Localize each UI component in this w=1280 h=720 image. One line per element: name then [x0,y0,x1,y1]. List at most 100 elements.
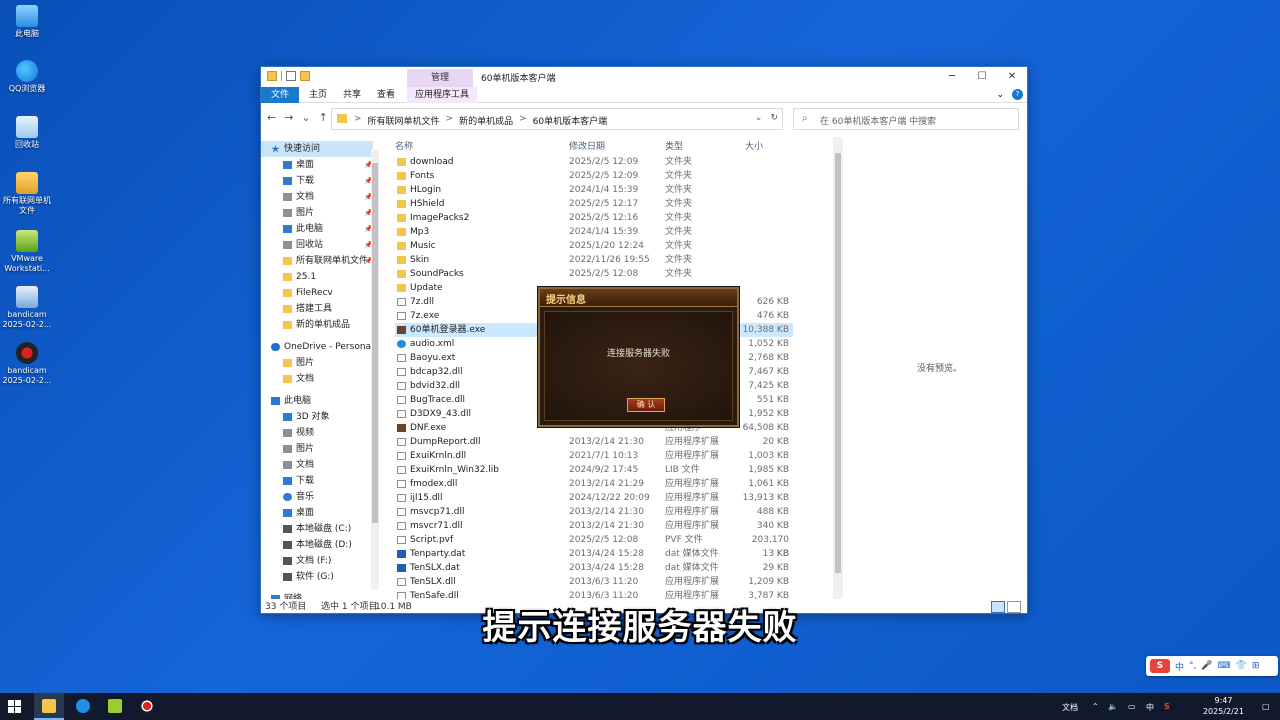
file-row[interactable]: Mp3 2024/1/4 15:39 文件夹 [395,225,793,239]
sidebar-item[interactable]: 下载 📌 [261,173,373,189]
sidebar-item[interactable]: 网络 [261,591,373,599]
skin-icon[interactable]: 👕 [1236,661,1247,671]
sidebar-item[interactable]: 快速访问 [261,141,373,157]
microphone-icon[interactable]: 🎤 [1201,661,1212,671]
taskbar-recorder[interactable] [132,693,162,720]
sidebar-item[interactable]: 本地磁盘 (C:) [261,521,373,537]
close-button[interactable]: ✕ [997,67,1027,87]
tab-application-tools[interactable]: 应用程序工具 [407,87,478,103]
folder-icon[interactable] [267,71,277,81]
file-row[interactable]: Script.pvf 2025/2/5 12:08 PVF 文件 203,170 KB [395,533,793,559]
column-size[interactable]: 大小 [745,139,763,152]
tab-share[interactable]: 共享 [335,87,369,103]
taskbar-app[interactable] [100,693,130,720]
file-row[interactable]: TenSLX.dll 2013/6/3 11:20 应用程序扩展 1,209 KB [395,575,793,589]
desktop-icon[interactable]: VMware Workstati... [0,230,54,274]
sidebar-item[interactable]: 回收站 📌 [261,237,373,253]
back-button[interactable]: ← [267,111,276,124]
sidebar-item[interactable]: 本地磁盘 (D:) [261,537,373,553]
sidebar-item[interactable]: 软件 (G:) [261,569,373,585]
file-row[interactable]: Music 2025/1/20 12:24 文件夹 [395,239,793,253]
file-row[interactable]: SoundPacks 2025/2/5 12:08 文件夹 [395,267,793,281]
file-row[interactable]: fmodex.dll 2013/2/14 21:29 应用程序扩展 1,061 KB [395,477,793,491]
column-name[interactable]: 名称 [395,139,413,152]
sidebar-item[interactable]: 文档 📌 [261,189,373,205]
search-box[interactable]: ⌕ 在 60单机版本客户端 中搜索 [793,108,1019,130]
taskbar-file-explorer[interactable] [34,693,64,720]
file-row[interactable]: TenSafe.dll 2013/6/3 11:20 应用程序扩展 3,787 KB [395,589,793,599]
breadcrumb-item[interactable]: 60单机版本客户端 [533,114,607,127]
speaker-icon[interactable]: 🔈 [1108,702,1118,711]
file-row[interactable]: ijl15.dll 2024/12/22 20:09 应用程序扩展 13,913 KB [395,491,793,505]
sidebar-item[interactable]: 所有联网单机文件 📌 [261,253,373,269]
scrollbar-thumb[interactable] [372,163,378,523]
sidebar-item[interactable]: 音乐 [261,489,373,505]
sidebar-item[interactable]: 图片 📌 [261,205,373,221]
file-list-scrollbar[interactable] [833,137,843,599]
sidebar-item[interactable]: 图片 [261,441,373,457]
file-row[interactable]: TenSLX.dat 2013/4/24 15:28 dat 媒体文件 29 KB [395,561,793,575]
forward-button[interactable]: → [284,111,293,124]
sidebar-item[interactable]: FileRecv [261,285,373,301]
sidebar-item[interactable]: 文档 [261,371,373,387]
language-indicator[interactable]: 中 [1146,702,1154,713]
desktop-icon[interactable]: 回收站 [0,116,54,150]
confirm-button[interactable]: 确 认 [627,398,665,412]
desktop-icon[interactable]: 所有联网单机文件 [0,172,54,216]
manage-context-tab[interactable]: 管理 [407,69,473,87]
address-dropdown-button[interactable]: ⌄ [755,113,763,123]
sogou-logo-icon[interactable]: S [1150,659,1170,673]
up-button[interactable]: ↑ [319,111,328,124]
breadcrumb-item[interactable]: 新的单机成品 [459,114,513,127]
taskbar-browser[interactable] [68,693,98,720]
maximize-button[interactable]: ☐ [967,67,997,87]
file-row[interactable]: HLogin 2024/1/4 15:39 文件夹 [395,183,793,197]
sidebar-item[interactable]: 搭建工具 [261,301,373,317]
file-row[interactable]: Tenparty.dat 2013/4/24 15:28 dat 媒体文件 13 KB [395,547,793,561]
sidebar-item[interactable]: 文档 [261,457,373,473]
start-button[interactable] [8,700,21,713]
scrollbar-thumb[interactable] [835,153,841,573]
network-icon[interactable]: ▭ [1128,702,1136,711]
sidebar-item[interactable]: 此电脑 📌 [261,221,373,237]
sidebar-item[interactable]: 25.1 [261,269,373,285]
punctuation-toggle[interactable]: °, [1189,661,1196,671]
properties-icon[interactable] [286,71,296,81]
tab-home[interactable]: 主页 [301,87,335,103]
column-date[interactable]: 修改日期 [569,139,605,152]
tab-file[interactable]: 文件 [261,87,299,103]
ime-mode-toggle[interactable]: 中 [1175,660,1184,673]
expand-ribbon-icon[interactable]: ⌄ [996,90,1004,100]
sidebar-item[interactable]: 图片 [261,355,373,371]
sidebar-item[interactable]: 文档 (F:) [261,553,373,569]
sidebar-item[interactable]: 桌面 [261,505,373,521]
sidebar-item[interactable]: 3D 对象 [261,409,373,425]
file-row[interactable]: ExuiKrnln_Win32.lib 2024/9/2 17:45 LIB 文件 1… [395,463,793,477]
sidebar-item[interactable]: 此电脑 [261,393,373,409]
file-row[interactable]: HShield 2025/2/5 12:17 文件夹 [395,197,793,211]
file-row[interactable]: msvcp71.dll 2013/2/14 21:30 应用程序扩展 488 KB [395,505,793,519]
new-folder-icon[interactable] [300,71,310,81]
sidebar-item[interactable]: OneDrive - Personal [261,339,374,355]
help-icon[interactable]: ? [1012,89,1023,100]
sidebar-item[interactable]: 下载 [261,473,373,489]
toolbox-icon[interactable]: ⊞ [1252,661,1260,671]
navigation-scrollbar[interactable] [371,149,379,589]
file-row[interactable]: Fonts 2025/2/5 12:09 文件夹 [395,169,793,183]
refresh-button[interactable]: ↻ [770,113,778,123]
desktop-icon[interactable]: bandicam 2025-02-2... [0,342,54,386]
file-row[interactable]: msvcr71.dll 2013/2/14 21:30 应用程序扩展 340 KB [395,519,793,533]
keyboard-icon[interactable]: ⌨ [1218,661,1231,671]
notification-icon[interactable]: ▢ [1262,702,1270,711]
file-row[interactable]: Skin 2022/11/26 19:55 文件夹 [395,253,793,267]
file-row[interactable]: ImagePacks2 2025/2/5 12:16 文件夹 [395,211,793,225]
column-type[interactable]: 类型 [665,139,683,152]
sidebar-item[interactable]: 新的单机成品 [261,317,373,333]
tray-overflow-icon[interactable]: ⌃ [1092,702,1099,711]
file-row[interactable]: DumpReport.dll 2013/2/14 21:30 应用程序扩展 20 KB [395,435,793,449]
sogou-tray-icon[interactable]: S [1164,702,1170,711]
file-row[interactable]: download 2025/2/5 12:09 文件夹 [395,155,793,169]
sidebar-item[interactable]: 桌面 📌 [261,157,373,173]
file-row[interactable]: ExuiKrnln.dll 2021/7/1 10:13 应用程序扩展 1,003 K… [395,449,793,463]
sidebar-item[interactable]: 视频 [261,425,373,441]
